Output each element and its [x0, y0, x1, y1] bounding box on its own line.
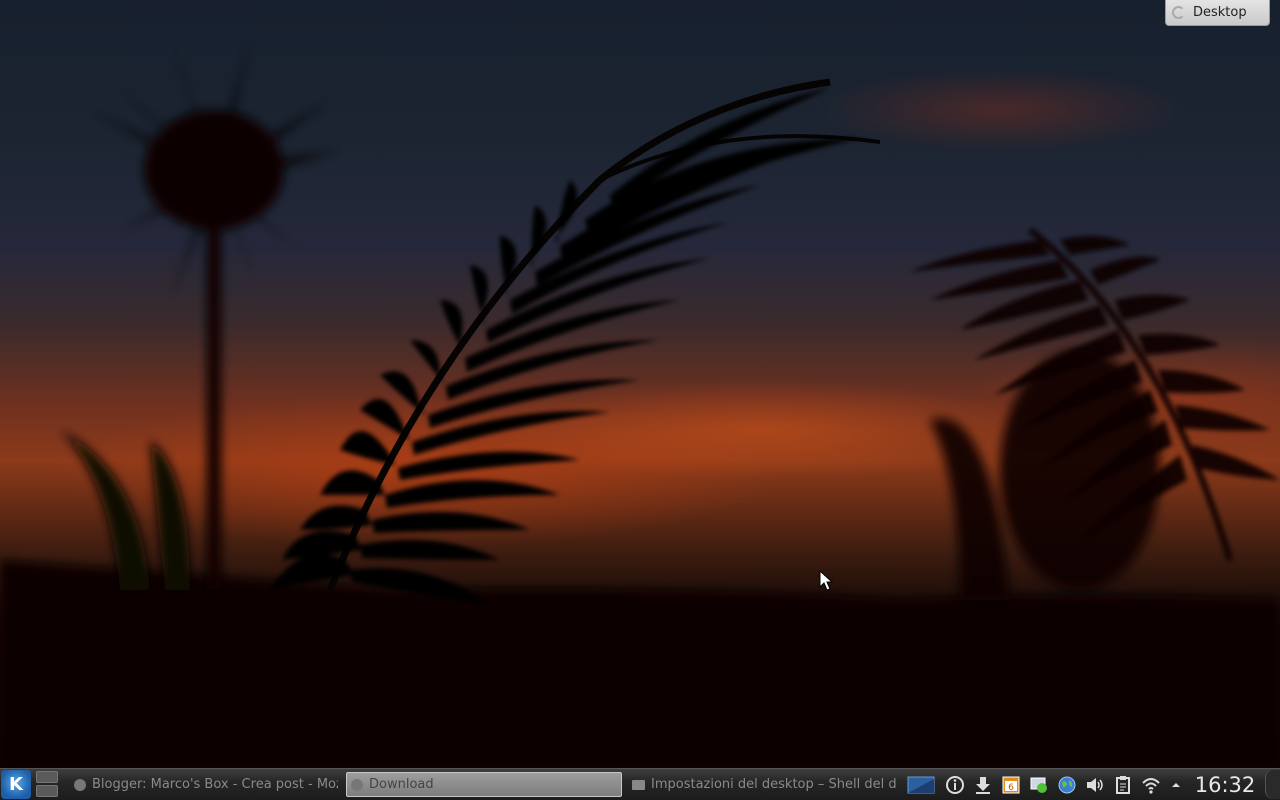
svg-text:6: 6: [1008, 783, 1014, 793]
task-label: Impostazioni del desktop – Shell del des: [651, 777, 896, 792]
pager-desktop-2[interactable]: [36, 785, 58, 797]
clipboard-icon[interactable]: [1113, 775, 1133, 795]
firefox-icon: [351, 778, 363, 791]
download-icon[interactable]: [973, 775, 993, 795]
spinner-icon: [1172, 6, 1185, 19]
calendar-icon[interactable]: 6: [1001, 775, 1021, 795]
settings-window-icon: [632, 779, 645, 790]
kde-logo-icon: K: [9, 774, 23, 795]
firefox-icon: [74, 778, 86, 791]
pager-desktop-1[interactable]: [36, 771, 58, 783]
task-label: Download: [369, 777, 434, 792]
palm-silhouette-wallpaper: [0, 40, 1280, 768]
info-icon[interactable]: [945, 775, 965, 795]
panel-toolbox-handle[interactable]: [1265, 770, 1280, 799]
digital-clock[interactable]: 16:32: [1191, 772, 1259, 798]
desktop-wallpaper[interactable]: Desktop: [0, 0, 1280, 768]
notification-icon[interactable]: [1029, 775, 1049, 795]
application-launcher-button[interactable]: K: [1, 770, 31, 799]
task-firefox-blogger[interactable]: Blogger: Marco's Box - Crea post - Mozil…: [70, 772, 338, 797]
desktop-toolbox-label: Desktop: [1193, 5, 1247, 20]
expand-arrow-icon[interactable]: [1168, 775, 1184, 795]
screen-icon[interactable]: [907, 775, 935, 795]
network-globe-icon[interactable]: [1057, 775, 1077, 795]
task-desktop-settings[interactable]: Impostazioni del desktop – Shell del des: [628, 772, 896, 797]
mouse-cursor-icon: [819, 570, 834, 591]
taskbar-panel: K Blogger: Marco's Box - Crea post - Moz…: [0, 768, 1280, 800]
desktop-toolbox-button[interactable]: Desktop: [1165, 0, 1270, 26]
task-download[interactable]: Download: [346, 772, 622, 797]
virtual-desktop-pager[interactable]: [36, 770, 60, 799]
task-label: Blogger: Marco's Box - Crea post - Mozil…: [92, 777, 338, 792]
volume-icon[interactable]: [1085, 775, 1105, 795]
wifi-icon[interactable]: [1141, 775, 1161, 795]
